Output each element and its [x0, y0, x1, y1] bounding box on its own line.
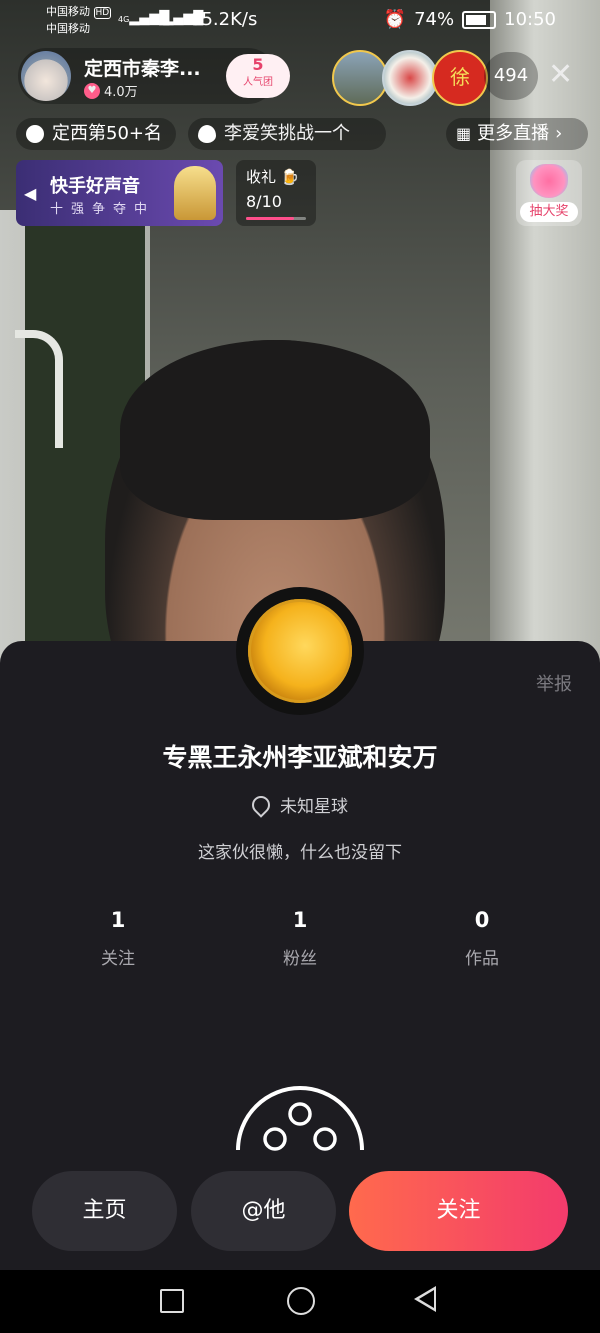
- anchor-info[interactable]: 定西市秦李... ♥ 4.0万 5 人气团: [18, 48, 290, 104]
- battery-percent: 74%: [414, 9, 455, 30]
- carrier-1: 中国移动: [46, 5, 90, 18]
- banner-title: 快手好声音: [50, 176, 140, 197]
- flame-icon: [198, 125, 216, 143]
- profile-location: 未知星球: [0, 792, 600, 818]
- battery-icon: [462, 10, 497, 29]
- viewer-count[interactable]: 494: [484, 52, 538, 100]
- signal-2-label: 4G: [152, 15, 164, 24]
- stat-works-label: 作品: [465, 949, 499, 969]
- voice-contest-banner[interactable]: ◀ 快手好声音 十强争夺中: [16, 160, 223, 226]
- chevron-left-icon: ◀: [24, 184, 37, 203]
- beer-icon: 🍺: [280, 168, 300, 186]
- gift-task-progress-fill: [246, 217, 294, 220]
- streamer-hair: [120, 340, 430, 520]
- profile-username: 专黑王永州李亚斌和安万: [162, 743, 438, 772]
- gift-task-label-text: 收礼: [246, 168, 277, 186]
- stat-following-value: 1: [110, 908, 126, 932]
- challenge-chip[interactable]: 李爱笑挑战一个: [188, 118, 386, 150]
- background-door-handle: [15, 330, 63, 448]
- gift-task-progress-text: 8/10: [246, 192, 282, 211]
- heart-icon: ♥: [84, 82, 100, 99]
- chevron-right-icon: ›: [555, 123, 563, 144]
- stat-following-label: 关注: [101, 949, 135, 969]
- location-pin-icon: [248, 792, 274, 818]
- carrier-2: 中国移动: [46, 22, 90, 35]
- anchor-avatar[interactable]: [21, 51, 71, 101]
- user-avatar-image: [248, 599, 352, 703]
- rank-text: 定西第50+名: [52, 123, 162, 144]
- anchor-likes-count: 4.0万: [104, 85, 138, 100]
- clock: 10:50: [504, 9, 556, 30]
- lottery-widget[interactable]: 抽大奖: [516, 160, 582, 226]
- grid-icon: ▦: [456, 124, 472, 143]
- fan-badge-level: 5: [252, 55, 264, 74]
- fan-badge-label: 人气团: [243, 77, 273, 88]
- more-live-chip[interactable]: ▦ 更多直播 ›: [446, 118, 588, 150]
- gift-task-label: 收礼 🍺: [246, 166, 299, 187]
- mention-button[interactable]: @他: [191, 1171, 336, 1251]
- homepage-button[interactable]: 主页: [32, 1171, 177, 1251]
- viewer-avatar[interactable]: 徐: [432, 50, 488, 106]
- challenge-text: 李爱笑挑战一个: [224, 123, 350, 144]
- user-avatar[interactable]: [236, 587, 364, 715]
- home-icon[interactable]: [287, 1287, 315, 1315]
- status-bar: 中国移动 HD 中国移动 4G▂▄▆█ 4G▂▄▆█ 65.2K/s ⏰ 74%…: [0, 0, 600, 40]
- location-text: 未知星球: [280, 797, 348, 817]
- close-icon[interactable]: ✕: [548, 60, 573, 90]
- stat-fans[interactable]: 1 粉丝: [240, 908, 360, 969]
- report-link[interactable]: 举报: [536, 670, 572, 696]
- profile-bio: 这家伙很懒，什么也没留下: [198, 843, 402, 863]
- stat-fans-label: 粉丝: [283, 949, 317, 969]
- top-viewers[interactable]: 徐: [332, 50, 488, 106]
- fan-club-badge[interactable]: 5 人气团: [226, 54, 290, 98]
- banner-subtitle: 十强争夺中: [50, 202, 156, 217]
- status-right: ⏰ 74% 10:50: [384, 9, 556, 30]
- stat-works-value: 0: [474, 908, 490, 932]
- follow-button[interactable]: 关注: [349, 1171, 568, 1251]
- network-speed: 65.2K/s: [190, 9, 258, 30]
- signal-1-label: 4G: [118, 15, 130, 24]
- lottery-label: 抽大奖: [520, 202, 578, 222]
- anchor-name[interactable]: 定西市秦李...: [84, 54, 201, 81]
- rank-chip[interactable]: 定西第50+名: [16, 118, 176, 150]
- viewer-avatar[interactable]: [382, 50, 438, 106]
- recent-apps-icon[interactable]: [160, 1289, 184, 1313]
- heart-gift-icon: [530, 164, 568, 198]
- more-live-text: 更多直播: [477, 123, 550, 144]
- system-nav-bar: [0, 1270, 600, 1333]
- alarm-icon: ⏰: [383, 9, 407, 30]
- microphone-icon: [174, 166, 216, 220]
- gift-task-progress-bar: [246, 217, 306, 220]
- hd-badge: HD: [93, 7, 112, 19]
- anchor-likes: ♥ 4.0万: [84, 81, 138, 100]
- clock-icon: [26, 125, 44, 143]
- stat-works[interactable]: 0 作品: [422, 908, 542, 969]
- stat-following[interactable]: 1 关注: [58, 908, 178, 969]
- carrier-info: 中国移动 HD 中国移动: [46, 4, 112, 37]
- viewer-avatar[interactable]: [332, 50, 388, 106]
- back-icon[interactable]: [414, 1286, 436, 1312]
- stat-fans-value: 1: [292, 908, 308, 932]
- gift-task-widget[interactable]: 收礼 🍺 8/10: [236, 160, 316, 226]
